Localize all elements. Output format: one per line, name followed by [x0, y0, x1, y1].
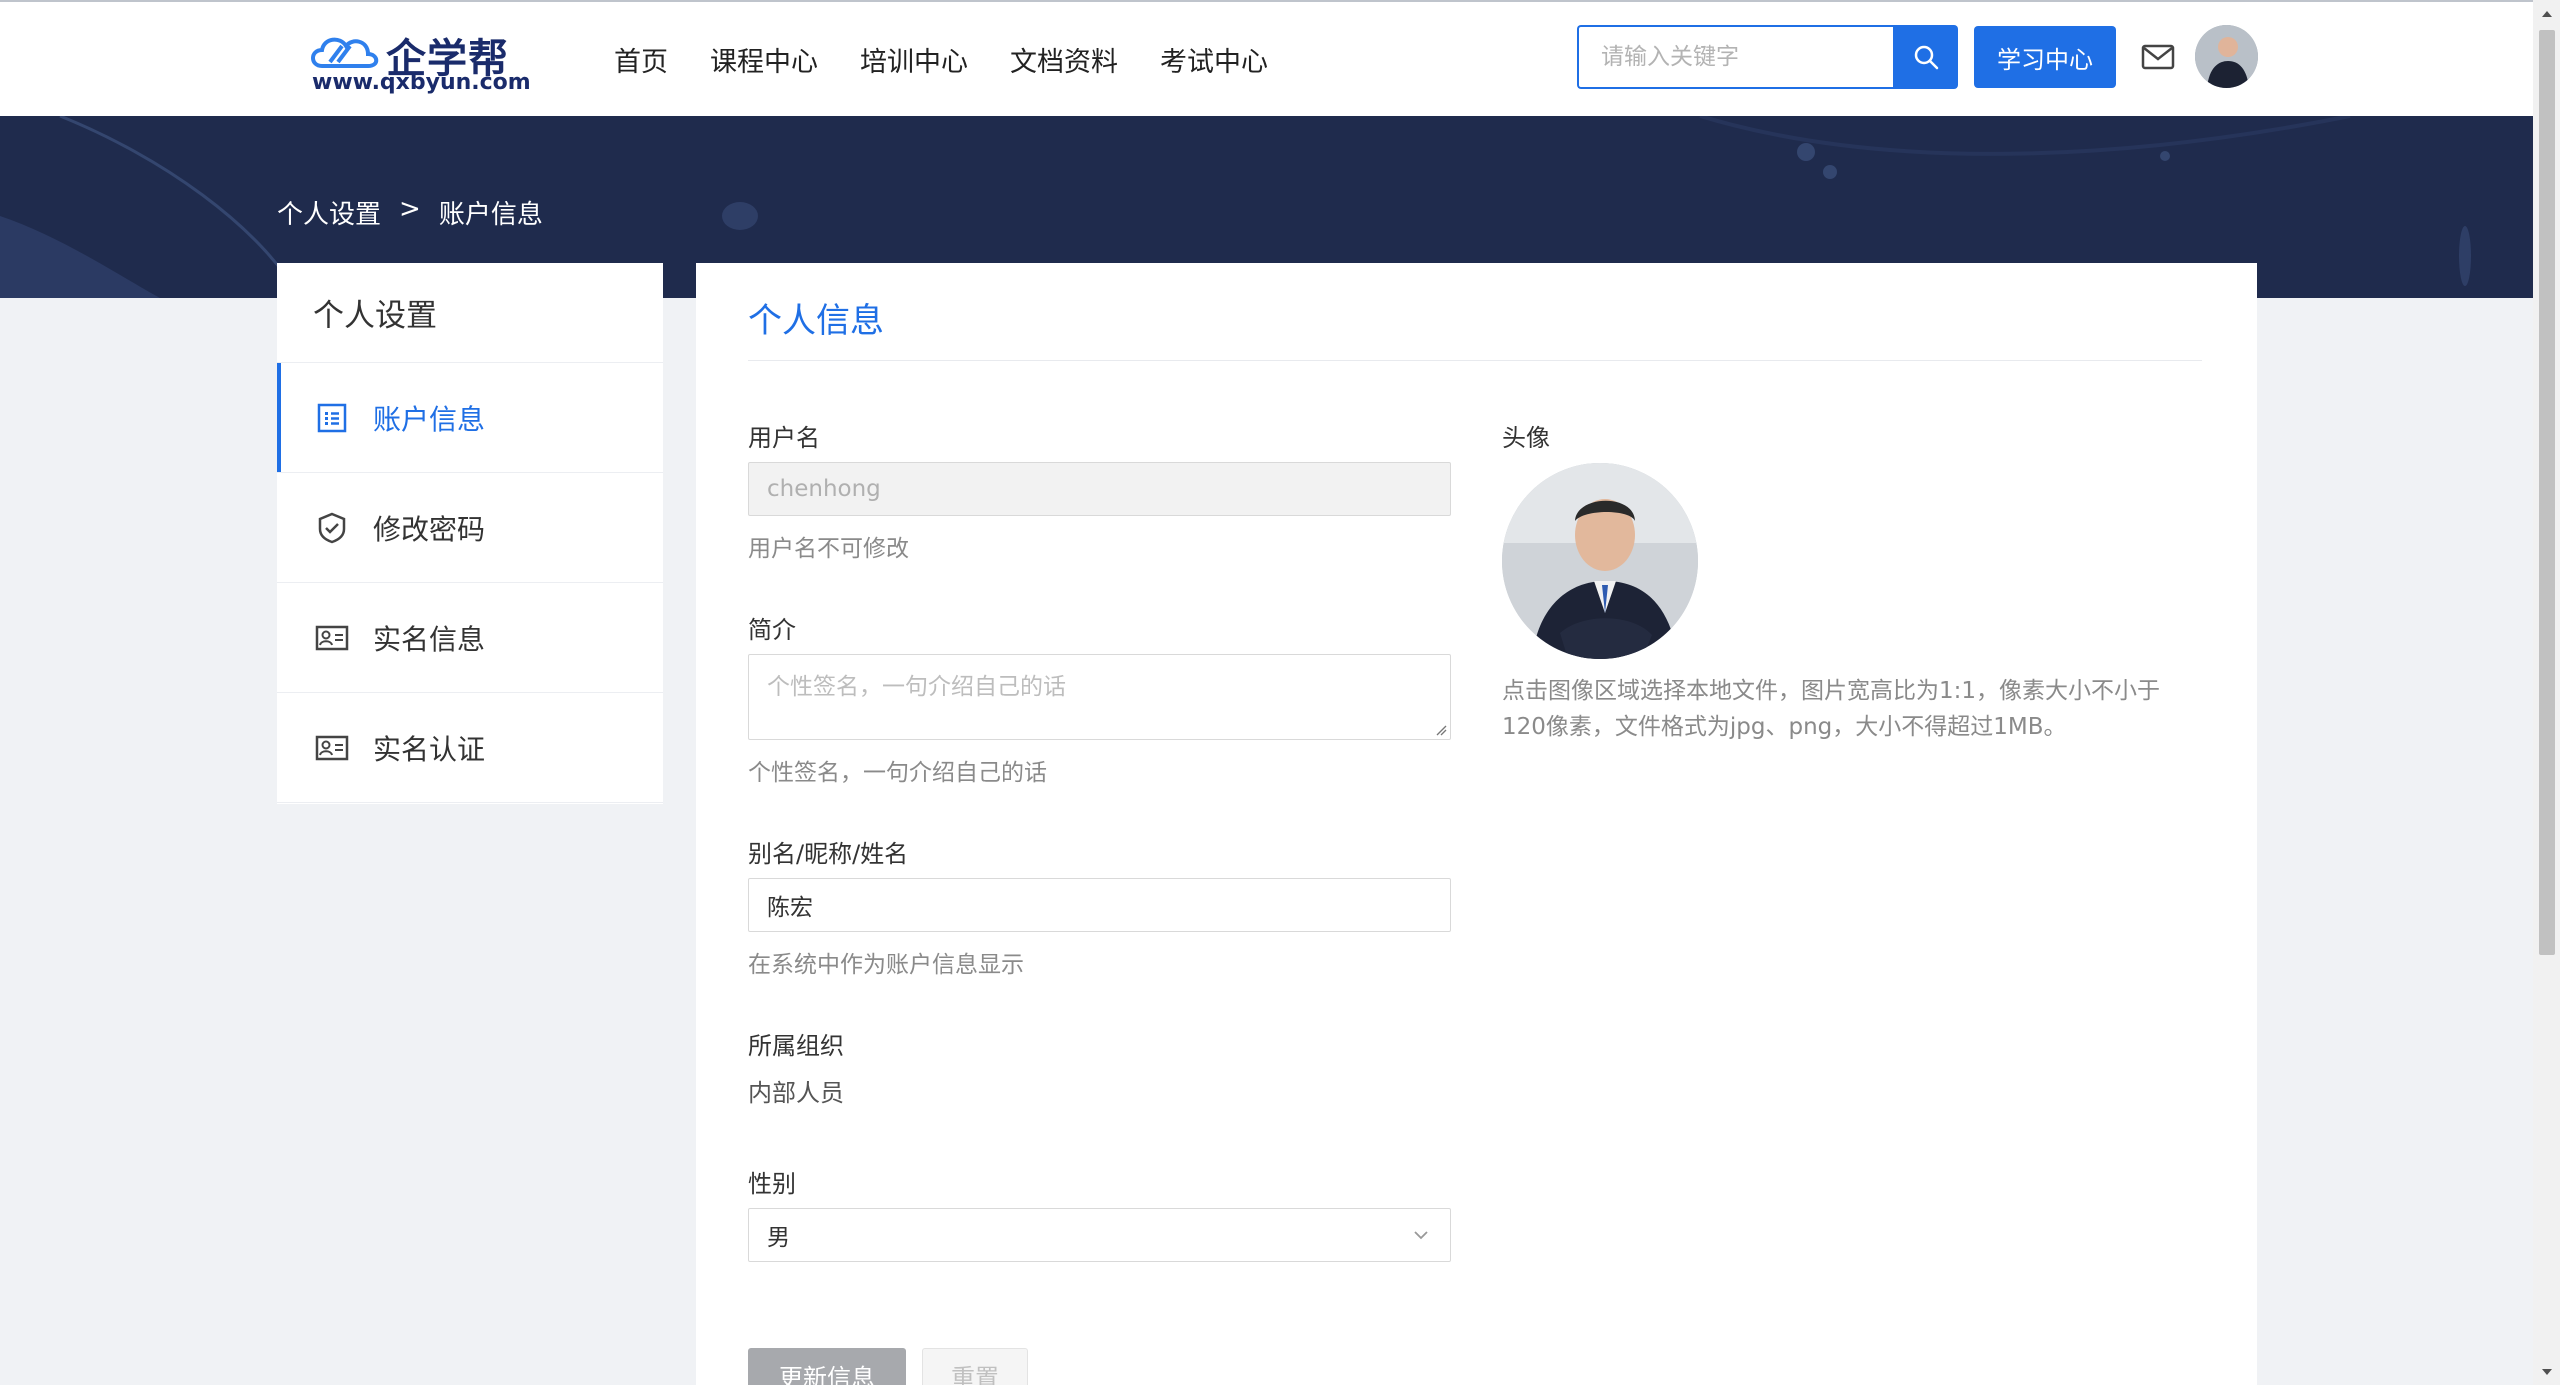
title-divider [748, 360, 2202, 361]
site-logo[interactable]: 企学帮 www.qxbyun.com [308, 24, 531, 100]
nav-documents[interactable]: 文档资料 [1010, 40, 1118, 79]
user-avatar[interactable] [2195, 25, 2258, 88]
shield-check-icon [315, 511, 349, 545]
user-photo-icon [2195, 25, 2258, 88]
sidebar-item-label: 实名信息 [373, 622, 486, 656]
personal-info-panel: 个人信息 用户名 chenhong 用户名不可修改 简介 个性签名，一句介绍自己… [696, 263, 2257, 1385]
nav-courses[interactable]: 课程中心 [710, 40, 818, 79]
main-nav: 首页 课程中心 培训中心 文档资料 考试中心 [614, 40, 1268, 79]
sidebar-item-change-password[interactable]: 修改密码 [277, 473, 663, 583]
breadcrumb-separator: > [399, 194, 421, 224]
cloud-logo-icon [311, 37, 379, 68]
organization-value: 内部人员 [748, 1079, 844, 1107]
study-center-button[interactable]: 学习中心 [1974, 26, 2116, 88]
sidebar-item-realname-info[interactable]: 实名信息 [277, 583, 663, 693]
sidebar-item-label: 修改密码 [373, 512, 486, 546]
resize-handle-icon[interactable] [1435, 724, 1447, 736]
logo-url-text: www.qxbyun.com [312, 70, 531, 95]
scroll-down-arrow-icon[interactable] [2533, 1358, 2560, 1385]
nickname-label: 别名/昵称/姓名 [748, 840, 909, 868]
username-label: 用户名 [748, 424, 820, 452]
breadcrumb-current: 账户信息 [438, 200, 543, 230]
gender-select[interactable]: 男 [748, 1208, 1451, 1262]
username-help: 用户名不可修改 [748, 536, 909, 562]
chevron-down-icon [1414, 1231, 1428, 1240]
list-icon [315, 401, 349, 435]
search-box [1577, 25, 1893, 89]
sidebar-title: 个人设置 [277, 263, 663, 363]
bio-textarea[interactable]: 个性签名，一句介绍自己的话 [748, 654, 1451, 740]
nickname-help: 在系统中作为账户信息显示 [748, 952, 1024, 978]
avatar-label: 头像 [1502, 424, 1550, 452]
bio-label: 简介 [748, 616, 796, 644]
search-button[interactable] [1893, 25, 1958, 89]
nav-training[interactable]: 培训中心 [860, 40, 968, 79]
nickname-input[interactable]: 陈宏 [748, 878, 1451, 932]
nav-exams[interactable]: 考试中心 [1160, 40, 1268, 79]
sidebar-item-label: 实名认证 [373, 732, 486, 766]
organization-label: 所属组织 [748, 1032, 844, 1060]
settings-sidebar: 个人设置 账户信息 修改密码 实名信息 实名认证 [277, 263, 663, 804]
page-scrollbar[interactable] [2533, 0, 2560, 1385]
search-icon [1914, 45, 1938, 70]
nav-home[interactable]: 首页 [614, 40, 668, 79]
gender-selected-value: 男 [767, 1225, 790, 1251]
id-card-icon [315, 621, 349, 655]
bio-help: 个性签名，一句介绍自己的话 [748, 760, 1047, 786]
scroll-thumb[interactable] [2539, 30, 2555, 955]
top-header: 企学帮 www.qxbyun.com 首页 课程中心 培训中心 文档资料 考试中… [0, 0, 2533, 116]
avatar-upload-note: 点击图像区域选择本地文件，图片宽高比为1:1，像素大小不小于120像素，文件格式… [1502, 678, 2161, 740]
id-card-icon [315, 731, 349, 765]
sidebar-item-realname-auth[interactable]: 实名认证 [277, 693, 663, 803]
gender-label: 性别 [748, 1170, 796, 1198]
bio-placeholder: 个性签名，一句介绍自己的话 [767, 674, 1066, 700]
avatar-photo-icon [1502, 463, 1698, 659]
sidebar-item-account-info[interactable]: 账户信息 [277, 363, 663, 473]
breadcrumb-parent[interactable]: 个人设置 [277, 194, 381, 231]
sidebar-item-label: 账户信息 [373, 402, 486, 436]
mail-icon[interactable] [2141, 42, 2175, 72]
username-field: chenhong [748, 462, 1451, 516]
update-info-button[interactable]: 更新信息 [748, 1348, 906, 1385]
page-title: 个人信息 [748, 301, 884, 341]
avatar-upload[interactable] [1502, 463, 1698, 659]
search-input[interactable] [1579, 27, 1893, 87]
reset-button[interactable]: 重置 [922, 1348, 1028, 1385]
breadcrumb: 个人设置 > 账户信息 [277, 194, 543, 231]
scroll-up-arrow-icon[interactable] [2533, 0, 2560, 27]
